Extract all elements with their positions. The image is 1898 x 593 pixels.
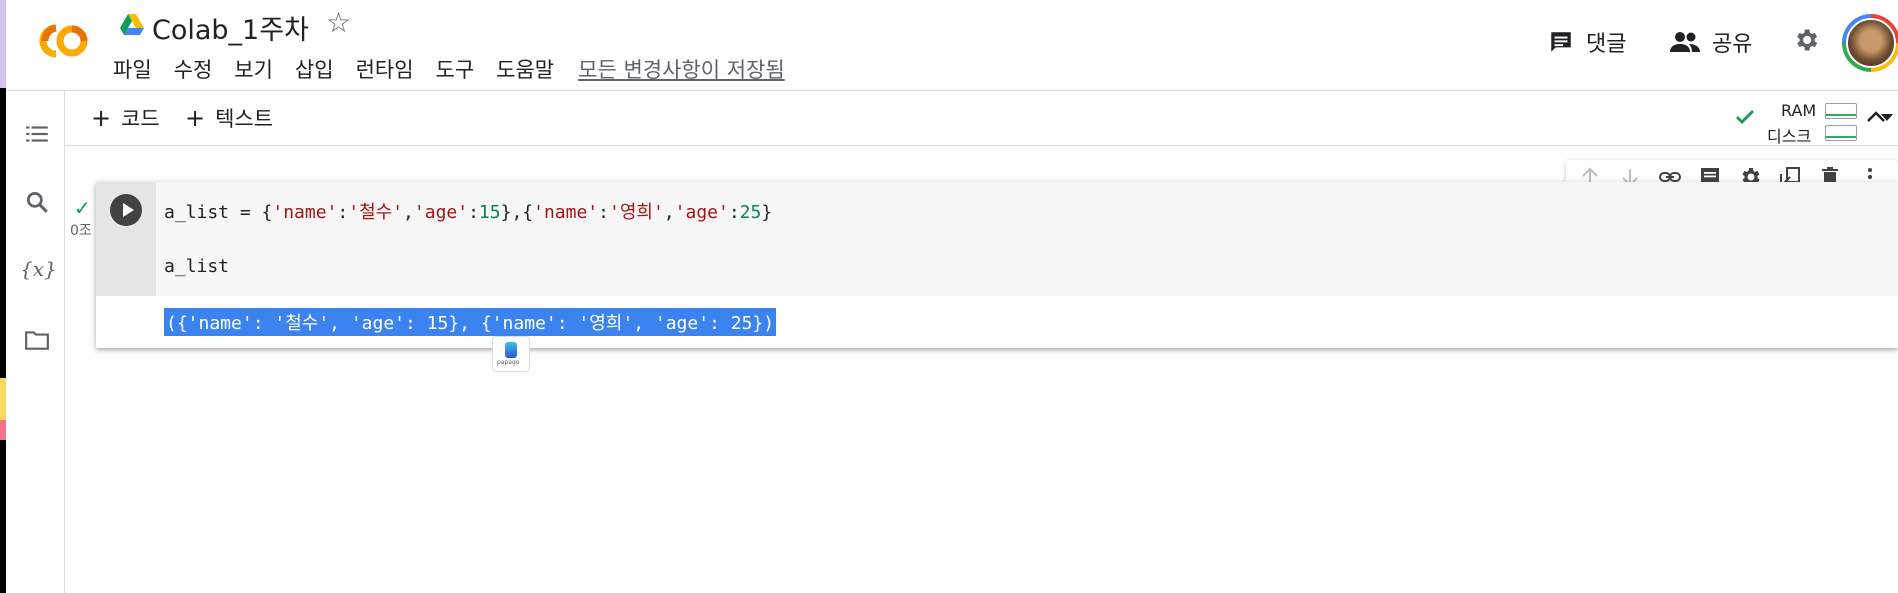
comment-label: 댓글 [1586, 32, 1627, 57]
save-status-link[interactable]: 모든 변경사항이 저장됨 [578, 54, 785, 84]
add-text-label: 텍스트 [215, 107, 274, 131]
star-icon[interactable]: ☆ [326, 6, 351, 39]
menu-help[interactable]: 도움말 [496, 54, 554, 84]
code-line: a_list [164, 256, 230, 277]
cell-execution-status: ✓ 0조 [70, 196, 92, 240]
execution-time: 0조 [70, 223, 92, 239]
ram-meter [1825, 103, 1857, 119]
notebook-toolbar: + 코드 + 텍스트 RAM 디스크 [65, 91, 1898, 146]
disk-meter [1825, 125, 1857, 141]
ram-label: RAM [1781, 101, 1817, 120]
papago-label: papago [497, 359, 520, 366]
collapse-chevron-up-icon[interactable] [1865, 107, 1887, 127]
cell-gutter [96, 182, 156, 296]
google-drive-icon[interactable] [120, 14, 144, 36]
menu-file[interactable]: 파일 [113, 54, 152, 84]
disk-label: 디스크 [1767, 127, 1812, 146]
colab-logo-icon[interactable] [28, 16, 90, 66]
connected-check-icon [1736, 110, 1754, 124]
papago-translate-button[interactable]: papago [492, 336, 530, 372]
code-editor[interactable]: a_list = {'name':'철수','age':15},{'name':… [156, 182, 1898, 296]
cell-output[interactable]: ({'name': '철수', 'age': 15}, {'name': '영희… [164, 308, 777, 336]
plus-icon: + [91, 104, 112, 132]
share-label: 공유 [1712, 32, 1753, 57]
people-icon [1670, 32, 1700, 52]
avatar-photo [1846, 18, 1896, 68]
success-check-icon: ✓ [74, 196, 91, 220]
plus-icon: + [185, 104, 206, 132]
menu-view[interactable]: 보기 [234, 54, 273, 84]
variables-icon[interactable]: {x} [20, 257, 57, 283]
add-text-button[interactable]: + 텍스트 [185, 103, 273, 133]
share-button[interactable]: 공유 [1670, 26, 1752, 58]
settings-gear-icon[interactable] [1792, 26, 1820, 54]
menu-bar: 파일 수정 보기 삽입 런타임 도구 도움말 모든 변경사항이 저장됨 [113, 54, 807, 84]
account-avatar[interactable] [1842, 14, 1898, 72]
header: Colab_1주차 ☆ 파일 수정 보기 삽입 런타임 도구 도움말 모든 변경… [6, 0, 1898, 91]
code-line: a_list = {'name':'철수','age':15},{'name':… [164, 202, 773, 223]
comment-icon [1551, 32, 1571, 52]
notebook-title[interactable]: Colab_1주차 [152, 8, 309, 47]
papago-icon [505, 342, 517, 358]
code-cell[interactable]: a_list = {'name':'철수','age':15},{'name':… [96, 182, 1898, 372]
run-cell-button[interactable] [110, 194, 142, 226]
folder-icon[interactable] [24, 327, 50, 353]
add-code-button[interactable]: + 코드 [91, 103, 160, 133]
menu-insert[interactable]: 삽입 [295, 54, 334, 84]
menu-edit[interactable]: 수정 [174, 54, 213, 84]
menu-runtime[interactable]: 런타임 [356, 54, 414, 84]
search-icon[interactable] [24, 189, 50, 215]
add-code-label: 코드 [121, 107, 160, 131]
comment-button[interactable]: 댓글 [1548, 26, 1626, 58]
menu-tools[interactable]: 도구 [436, 54, 475, 84]
left-sidebar: {x} [6, 91, 65, 593]
table-of-contents-icon[interactable] [24, 121, 50, 147]
